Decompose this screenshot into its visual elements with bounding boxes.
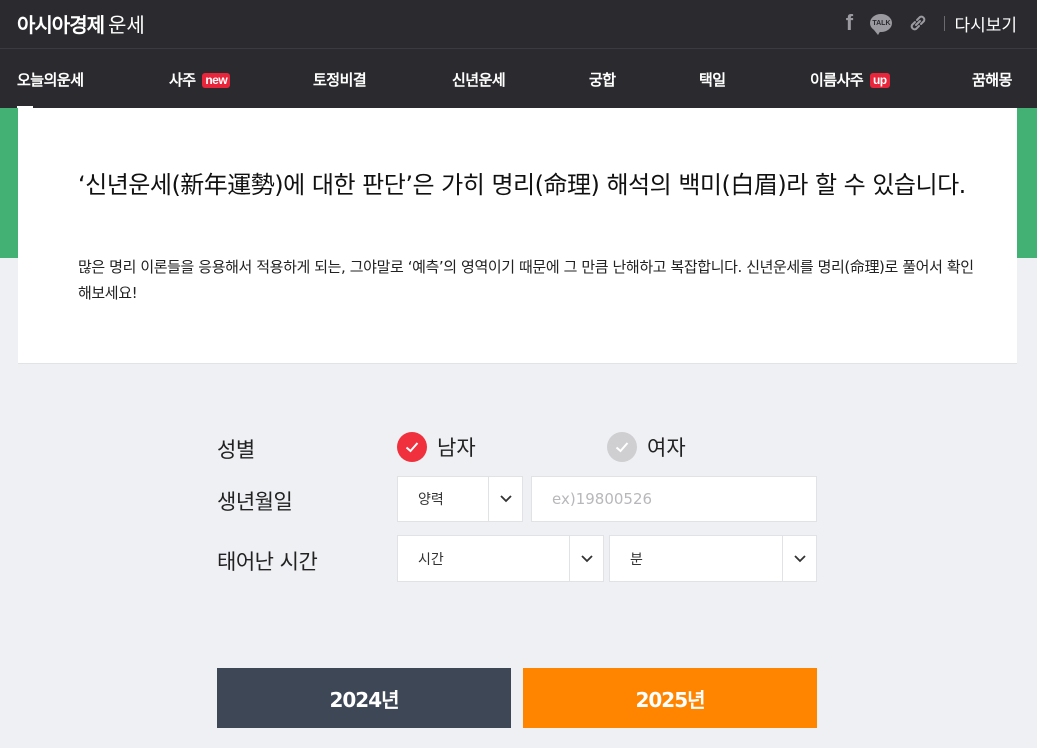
nav-item-today-fortune[interactable]: 오늘의운세: [17, 69, 84, 90]
nav-item-saju[interactable]: 사주 new: [169, 69, 231, 90]
year-2025-button[interactable]: 2025년: [523, 668, 817, 728]
nav-label: 이름사주: [810, 71, 864, 89]
main-nav: 오늘의운세 사주 new 토정비결 신년운세 궁합 택일 이름사주 up 꿈해몽: [0, 48, 1037, 108]
gender-male-radio[interactable]: 남자: [397, 432, 476, 462]
hour-select[interactable]: 시간: [397, 535, 604, 582]
birth-date-label: 생년월일: [217, 490, 293, 514]
nav-label: 택일: [699, 71, 726, 89]
birth-date-input[interactable]: ex)19800526: [531, 476, 817, 522]
nav-label: 꿈해몽: [972, 71, 1012, 89]
brand-service: 운세: [108, 13, 145, 37]
nav-label: 신년운세: [452, 71, 506, 89]
nav-item-date-select[interactable]: 택일: [699, 69, 726, 90]
gender-female-radio[interactable]: 여자: [607, 432, 686, 462]
nav-item-tojeong[interactable]: 토정비결: [313, 69, 367, 90]
link-icon[interactable]: [906, 13, 930, 33]
minute-select[interactable]: 분: [609, 535, 817, 582]
intro-description: 많은 명리 이론들을 응용해서 적용하게 되는, 그야말로 ‘예측’의 영역이기…: [78, 258, 974, 302]
view-again-link[interactable]: 다시보기: [954, 11, 1017, 36]
check-icon: [607, 432, 637, 462]
intro-card: ‘신년운세(新年運勢)에 대한 판단’은 가히 명리(命理) 해석의 백미(白眉…: [18, 108, 1017, 364]
share-icons: f TALK 다시보기: [828, 8, 1017, 38]
kakaotalk-icon[interactable]: TALK: [870, 14, 893, 35]
nav-item-new-year[interactable]: 신년운세: [452, 69, 506, 90]
facebook-icon[interactable]: f: [842, 10, 856, 36]
divider: [944, 15, 946, 31]
green-band-right: [1017, 108, 1037, 258]
intro-title: ‘신년운세(新年運勢)에 대한 판단’은 가히 명리(命理) 해석의 백미(白眉…: [78, 171, 966, 199]
calendar-type-value: 양력: [418, 492, 444, 508]
birth-time-label: 태어난 시간: [217, 550, 318, 574]
minute-value: 분: [630, 551, 643, 568]
chevron-down-icon: [488, 477, 522, 521]
female-label: 여자: [647, 436, 686, 460]
brand-logo[interactable]: 아시아경제 운세: [17, 9, 145, 38]
green-band-left: [0, 108, 18, 258]
nav-label: 토정비결: [313, 71, 367, 89]
chevron-down-icon: [569, 536, 603, 581]
chevron-down-icon: [782, 536, 816, 581]
hour-value: 시간: [418, 551, 444, 568]
brand-name: 아시아경제: [17, 13, 105, 37]
nav-label: 오늘의운세: [17, 71, 84, 89]
nav-item-name-saju[interactable]: 이름사주 up: [810, 69, 890, 90]
top-bar: 아시아경제 운세 f TALK 다시보기: [0, 0, 1037, 48]
male-label: 남자: [437, 436, 476, 460]
nav-label: 사주: [169, 71, 196, 89]
up-badge: up: [869, 73, 890, 88]
nav-item-compatibility[interactable]: 궁합: [589, 69, 616, 90]
nav-label: 궁합: [589, 71, 616, 89]
gender-label: 성별: [217, 438, 255, 462]
calendar-type-select[interactable]: 양력: [397, 476, 523, 522]
new-badge: new: [202, 73, 231, 88]
year-2024-button[interactable]: 2024년: [217, 668, 511, 728]
check-icon: [397, 432, 427, 462]
nav-item-dream[interactable]: 꿈해몽: [972, 69, 1012, 90]
